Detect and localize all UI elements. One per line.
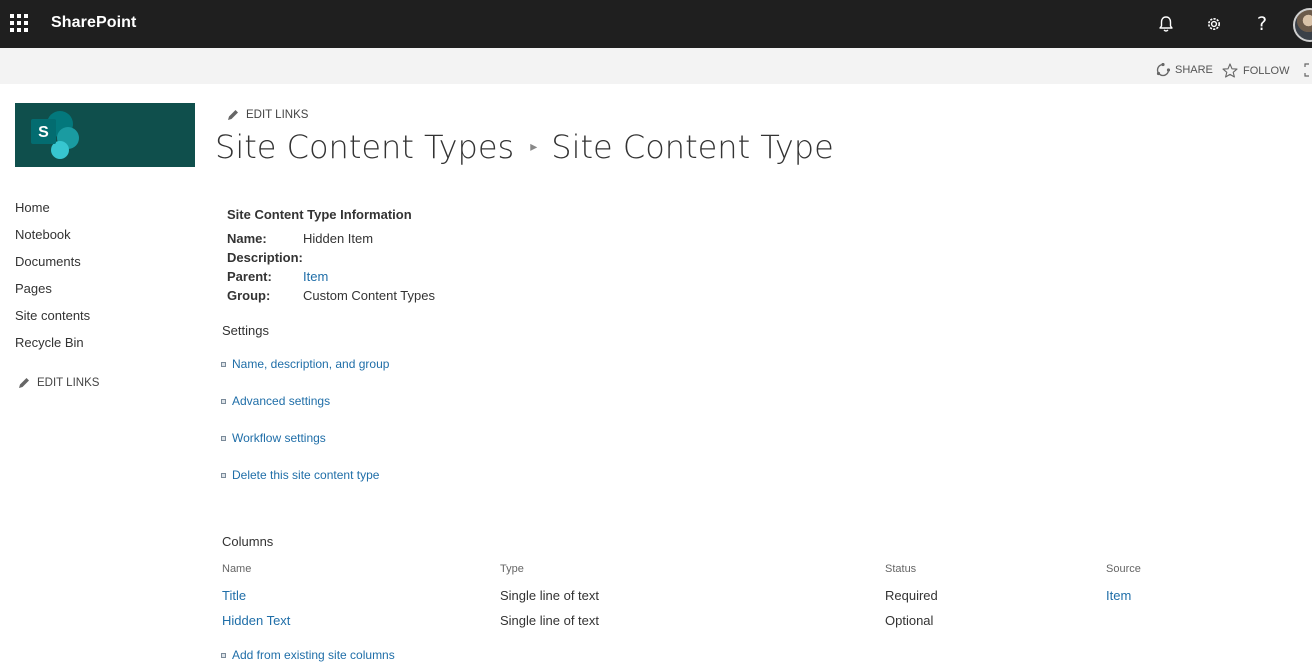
page-title: Site Content Type: [551, 128, 834, 166]
focus-icon: [1304, 63, 1309, 77]
bullet-icon: [221, 399, 226, 404]
add-columns-item: Add from existing site columns: [221, 648, 395, 662]
nav-edit-links-button[interactable]: EDIT LINKS: [17, 376, 99, 390]
column-header-type: Type: [500, 563, 524, 575]
nav-item-pages[interactable]: Pages: [15, 280, 90, 307]
settings-item: Workflow settings: [221, 431, 389, 468]
nav-item-site-contents[interactable]: Site contents: [15, 307, 90, 334]
nav-edit-links-label: EDIT LINKS: [37, 377, 100, 389]
table-row: Hidden Text Single line of text Optional: [222, 613, 1222, 638]
settings-item: Advanced settings: [221, 394, 389, 431]
suite-bar: SharePoint ?: [0, 0, 1312, 48]
focus-mode-button[interactable]: [1304, 63, 1312, 77]
follow-button[interactable]: FOLLOW: [1222, 63, 1289, 78]
site-logo[interactable]: S: [15, 103, 195, 167]
column-header-status: Status: [885, 563, 917, 575]
nav-item-documents[interactable]: Documents: [15, 253, 90, 280]
description-label: Description:: [227, 250, 303, 265]
help-icon[interactable]: ?: [1250, 12, 1274, 36]
bell-icon[interactable]: [1154, 12, 1178, 36]
bullet-icon: [221, 362, 226, 367]
column-type: Single line of text: [500, 588, 600, 603]
pencil-icon: [228, 110, 238, 120]
logo-letter: S: [38, 124, 49, 141]
settings-item: Delete this site content type: [221, 468, 389, 505]
pencil-icon: [19, 378, 29, 388]
avatar[interactable]: [1293, 8, 1312, 42]
bullet-icon: [221, 473, 226, 478]
columns-table: Name Type Status Source Title Single lin…: [222, 563, 1222, 638]
header-edit-links-button[interactable]: EDIT LINKS: [226, 108, 308, 122]
column-type: Single line of text: [500, 613, 600, 628]
header-edit-links-label: EDIT LINKS: [246, 109, 309, 121]
settings-item: Name, description, and group: [221, 357, 389, 394]
bullet-icon: [221, 436, 226, 441]
info-heading: Site Content Type Information: [227, 207, 412, 222]
breadcrumb-separator-icon: ▸: [530, 139, 538, 155]
table-row: Title Single line of text Required Item: [222, 588, 1222, 613]
column-status: Optional: [885, 613, 934, 628]
column-status: Required: [885, 588, 938, 603]
share-icon: [1156, 63, 1170, 77]
follow-label: FOLLOW: [1243, 64, 1290, 77]
columns-heading: Columns: [222, 534, 274, 549]
add-existing-columns-link[interactable]: Add from existing site columns: [232, 648, 395, 662]
column-name-link[interactable]: Hidden Text: [222, 613, 290, 628]
star-icon: [1222, 63, 1238, 78]
column-header-name: Name: [222, 563, 252, 575]
parent-label: Parent:: [227, 269, 272, 284]
settings-heading: Settings: [222, 323, 269, 338]
gear-icon[interactable]: [1202, 12, 1226, 36]
name-label: Name:: [227, 231, 267, 246]
delete-content-type-link[interactable]: Delete this site content type: [232, 468, 379, 482]
columns-header-row: Name Type Status Source: [222, 563, 1222, 588]
column-name-link[interactable]: Title: [222, 588, 246, 603]
share-label: SHARE: [1175, 64, 1213, 76]
parent-link[interactable]: Item: [303, 269, 328, 284]
advanced-settings-link[interactable]: Advanced settings: [232, 394, 330, 408]
column-source-link[interactable]: Item: [1106, 588, 1131, 603]
content-type-info: Site Content Type Information Name: Hidd…: [227, 207, 435, 305]
name-description-group-link[interactable]: Name, description, and group: [232, 357, 389, 371]
nav-item-notebook[interactable]: Notebook: [15, 226, 90, 253]
nav-item-recycle-bin[interactable]: Recycle Bin: [15, 334, 90, 361]
left-nav: Home Notebook Documents Pages Site conte…: [15, 199, 90, 361]
share-button[interactable]: SHARE: [1156, 63, 1213, 77]
app-launcher-icon[interactable]: [10, 14, 28, 32]
bullet-icon: [221, 653, 226, 658]
column-header-source: Source: [1106, 563, 1141, 575]
breadcrumb-site-content-types[interactable]: Site Content Types: [215, 128, 514, 166]
group-value: Custom Content Types: [303, 288, 435, 303]
name-value: Hidden Item: [303, 231, 374, 246]
brand-title[interactable]: SharePoint: [51, 14, 136, 32]
help-glyph: ?: [1256, 13, 1268, 35]
nav-item-home[interactable]: Home: [15, 199, 90, 226]
workflow-settings-link[interactable]: Workflow settings: [232, 431, 326, 445]
breadcrumb: Site Content Types ▸ Site Content Type: [215, 128, 834, 166]
group-label: Group:: [227, 288, 271, 303]
ribbon: SHARE FOLLOW: [0, 48, 1312, 84]
settings-list: Name, description, and group Advanced se…: [221, 357, 389, 505]
